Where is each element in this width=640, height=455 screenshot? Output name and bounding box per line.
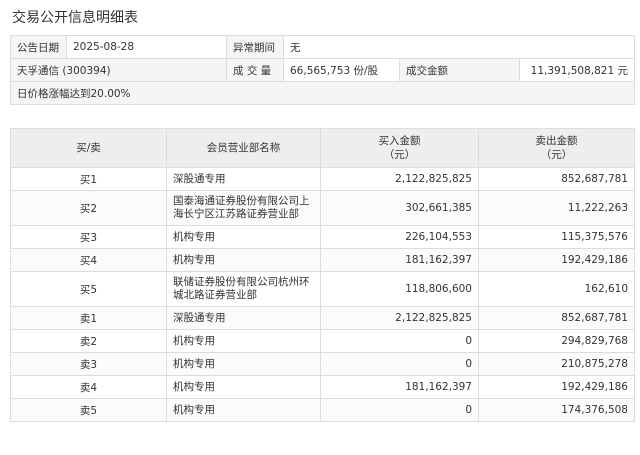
- row-side: 卖2: [10, 329, 167, 353]
- table-row: 卖5 机构专用 0 174,376,508: [10, 398, 635, 422]
- row-buy-amount: 181,162,397: [320, 248, 479, 272]
- row-side: 买5: [10, 271, 167, 307]
- row-dept: 机构专用: [166, 375, 321, 399]
- volume-value: 66,565,753 份/股: [283, 58, 400, 82]
- summary-table: 公告日期 2025-08-28 异常期间 无 天孚通信 (300394) 成 交…: [9, 35, 636, 105]
- row-sell-amount: 852,687,781: [478, 167, 635, 191]
- row-sell-amount: 115,375,576: [478, 225, 635, 249]
- row-side: 买4: [10, 248, 167, 272]
- table-row: 卖1 深股通专用 2,122,825,825 852,687,781: [10, 306, 635, 330]
- row-side: 买1: [10, 167, 167, 191]
- row-sell-amount: 852,687,781: [478, 306, 635, 330]
- row-dept: 联储证券股份有限公司杭州环城北路证券营业部: [166, 271, 321, 307]
- announce-date-label: 公告日期: [10, 35, 67, 59]
- row-sell-amount: 174,376,508: [478, 398, 635, 422]
- row-sell-amount: 294,829,768: [478, 329, 635, 353]
- announce-date-value: 2025-08-28: [66, 35, 227, 59]
- table-row: 买1 深股通专用 2,122,825,825 852,687,781: [10, 167, 635, 191]
- row-dept: 机构专用: [166, 352, 321, 376]
- row-buy-amount: 226,104,553: [320, 225, 479, 249]
- row-buy-amount: 0: [320, 398, 479, 422]
- page-title: 交易公开信息明细表: [12, 10, 138, 26]
- table-row: 买2 国泰海通证券股份有限公司上海长宁区江苏路证券营业部 302,661,385 11…: [10, 190, 635, 226]
- row-sell-amount: 192,429,186: [478, 375, 635, 399]
- row-side: 卖5: [10, 398, 167, 422]
- stock-name: 天孚通信 (300394): [10, 58, 227, 82]
- row-sell-amount: 11,222,263: [478, 190, 635, 226]
- row-buy-amount: 2,122,825,825: [320, 167, 479, 191]
- abnormal-period-value: 无: [282, 35, 636, 59]
- row-dept: 机构专用: [166, 398, 321, 422]
- row-buy-amount: 0: [320, 329, 479, 353]
- row-buy-amount: 302,661,385: [320, 190, 479, 226]
- row-sell-amount: 162,610: [478, 271, 635, 307]
- row-side: 卖4: [10, 375, 167, 399]
- row-sell-amount: 210,875,278: [478, 352, 635, 376]
- row-side: 卖1: [10, 306, 167, 330]
- row-side: 买2: [10, 190, 167, 226]
- table-row: 买5 联储证券股份有限公司杭州环城北路证券营业部 118,806,600 162,61…: [10, 271, 635, 307]
- row-side: 买3: [10, 225, 167, 249]
- row-buy-amount: 181,162,397: [320, 375, 479, 399]
- reason-text: 日价格涨幅达到20.00%: [9, 81, 636, 105]
- row-buy-amount: 0: [320, 352, 479, 376]
- table-row: 买3 机构专用 226,104,553 115,375,576: [10, 225, 635, 249]
- row-buy-amount: 118,806,600: [320, 271, 479, 307]
- row-sell-amount: 192,429,186: [478, 248, 635, 272]
- col-header-sell: 卖出金额 （元）: [478, 128, 635, 168]
- col-header-buy: 买入金额 （元）: [320, 128, 479, 168]
- row-buy-amount: 2,122,825,825: [320, 306, 479, 330]
- amount-value: 11,391,508,821 元: [518, 58, 636, 82]
- detail-table: 买/卖 会员营业部名称 买入金额 （元） 卖出金额 （元） 买1 深股通专用 2,1…: [10, 128, 635, 422]
- table-row: 卖4 机构专用 181,162,397 192,429,186: [10, 375, 635, 399]
- col-header-dept: 会员营业部名称: [166, 128, 321, 168]
- table-row: 卖3 机构专用 0 210,875,278: [10, 352, 635, 376]
- amount-label: 成交金额: [399, 58, 520, 82]
- row-dept: 国泰海通证券股份有限公司上海长宁区江苏路证券营业部: [166, 190, 321, 226]
- row-dept: 机构专用: [166, 225, 321, 249]
- row-dept: 机构专用: [166, 248, 321, 272]
- table-row: 卖2 机构专用 0 294,829,768: [10, 329, 635, 353]
- row-side: 卖3: [10, 352, 167, 376]
- row-dept: 机构专用: [166, 329, 321, 353]
- abnormal-period-label: 异常期间: [226, 35, 284, 59]
- volume-label: 成 交 量: [226, 58, 284, 82]
- table-row: 买4 机构专用 181,162,397 192,429,186: [10, 248, 635, 272]
- row-dept: 深股通专用: [166, 167, 321, 191]
- row-dept: 深股通专用: [166, 306, 321, 330]
- col-header-side: 买/卖: [10, 128, 167, 168]
